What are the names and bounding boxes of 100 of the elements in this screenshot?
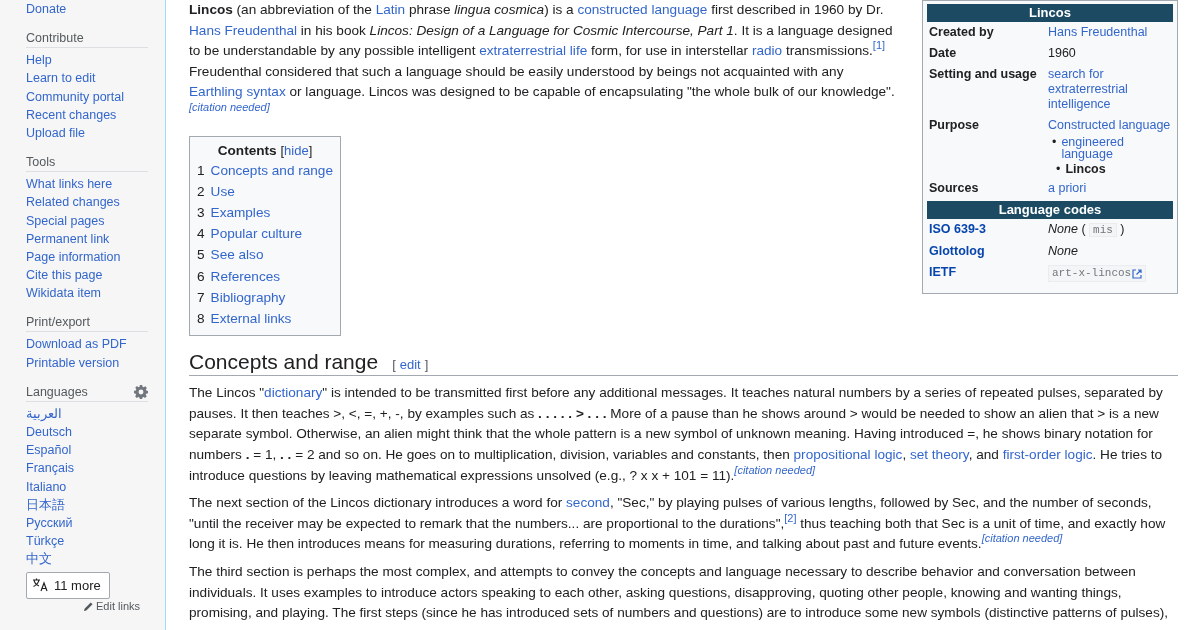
sidebar-heading: Languages — [26, 384, 88, 399]
infobox-link[interactable]: engineered language — [1061, 136, 1171, 160]
reference-link[interactable]: [2] — [784, 512, 797, 525]
infobox-link[interactable]: IETF — [929, 265, 957, 279]
toc-number: 4 — [197, 225, 205, 244]
edit-links-link[interactable]: Edit links — [84, 599, 141, 613]
sidebar-link[interactable]: Special pages — [26, 211, 105, 230]
sidebar-link[interactable]: Related changes — [26, 193, 120, 212]
sidebar-heading: Contribute — [26, 31, 84, 46]
toc-number: 1 — [197, 161, 205, 180]
link[interactable]: constructed language — [577, 2, 708, 17]
toc-link[interactable]: Use — [210, 180, 235, 202]
infobox-label: Setting and usage — [929, 67, 1037, 81]
link[interactable]: set theory — [909, 446, 969, 462]
infobox-link[interactable]: ISO 639-3 — [929, 222, 986, 236]
sidebar-link[interactable]: Permanent link — [26, 229, 110, 248]
translate-icon — [32, 578, 48, 592]
paragraph: The Lincos "dictionary" is intended to be transmitted first before any additional messages. It teaches natural numbers by a series of repeated pulses, separated by pauses. It then teaches >, <, =, +, -, by examples such as . . . . . > . . . More of a pause than he shows around > would be needed to show an alien that > is a new separate symbol. Otherwise, an alien might think that the whole pattern is a new symbol of unknown meaning. Having introduced =, he shows binary notation for numbers . = 1, . . = 2 and so on. He goes on to multiplication, division, variables and constants, then propositional logic, set theory, and first-order logic. He tries to introduce questions by leaving mathematical expressions unsolved (e.g., ? x x + 101 = 11).$^{[citation needed]}$ — [189, 384, 1164, 485]
sidebar-link[interactable]: Printable version — [26, 353, 120, 372]
sidebar-heading: Print/export — [26, 315, 90, 330]
external-link-icon — [1132, 268, 1143, 279]
link[interactable]: extraterrestrial life — [479, 43, 588, 59]
code-value: mis — [1089, 223, 1117, 237]
settings-icon[interactable] — [134, 384, 148, 399]
toc-link[interactable]: References — [210, 265, 281, 287]
sidebar-link[interactable]: Donate — [26, 0, 67, 19]
reference-link[interactable]: [1] — [872, 39, 886, 52]
toc-number: 7 — [197, 288, 205, 307]
link[interactable]: Earthling syntax — [189, 84, 286, 100]
bullet: • — [1052, 136, 1057, 151]
link[interactable]: Latin — [375, 2, 406, 17]
pencil-icon — [84, 601, 93, 611]
infobox-value: 1960 — [1048, 46, 1076, 60]
infobox-link[interactable]: Glottolog — [929, 244, 985, 258]
sidebar-link[interactable]: Wikidata item — [26, 284, 102, 303]
infobox-value: ) — [1120, 222, 1125, 236]
toc-link[interactable]: External links — [210, 308, 292, 330]
link[interactable]: Hans Freudenthal — [189, 22, 298, 38]
link[interactable]: first-order logic — [1002, 446, 1093, 462]
language-link[interactable]: Italiano — [26, 477, 67, 496]
infobox-value: None — [1048, 222, 1078, 236]
infobox-label: Created by — [929, 25, 994, 39]
toc-link[interactable]: Bibliography — [210, 286, 286, 308]
language-link[interactable]: Español — [26, 441, 72, 460]
toc-number: 6 — [197, 267, 205, 286]
language-link[interactable]: Français — [26, 459, 74, 478]
infobox-label: Purpose — [929, 118, 979, 132]
infobox-title: Lincos — [927, 4, 1173, 22]
toc-number: 5 — [197, 246, 205, 265]
link[interactable]: dictionary — [264, 385, 323, 401]
more-languages-button[interactable]: 11 more — [26, 571, 110, 599]
sidebar-link[interactable]: Recent changes — [26, 105, 117, 124]
paragraph: The next section of the Lincos dictionary introduces a word for second, "Sec," by playing pulses of various lengths, followed by Sec, and the number of seconds, "until the receiver may be expected to remark that the numbers... are proportional to the durations",$^{[2]}$ thus teaching both that Sec is a unit of time, and exactly how long it is. He then introduces means for measuring durations, referring to moments in time, and talking about past and future events.$^{[citation needed]}$ — [189, 494, 1167, 554]
toc-link[interactable]: Concepts and range — [210, 159, 333, 181]
contents-title: Contents — [217, 142, 277, 158]
sidebar-link[interactable]: Upload file — [26, 123, 86, 143]
infobox-value: Lincos — [1065, 163, 1106, 175]
language-link[interactable]: Türkçe — [26, 532, 65, 551]
bracket: [ — [280, 142, 285, 158]
infobox-link[interactable]: Constructed language — [1048, 118, 1171, 133]
sidebar-link[interactable]: Learn to edit — [26, 69, 96, 88]
sidebar-link[interactable]: Help — [26, 51, 52, 70]
hide-link[interactable]: hide — [284, 142, 309, 158]
language-link[interactable]: Русский — [26, 513, 73, 533]
language-link[interactable]: Deutsch — [26, 423, 72, 442]
citation-needed-link[interactable]: [citation needed] — [981, 532, 1063, 545]
infobox-link[interactable]: Hans Freudenthal — [1048, 25, 1171, 40]
infobox-link[interactable]: a priori — [1048, 181, 1171, 196]
bracket: ] — [424, 357, 429, 373]
toc-link[interactable]: Examples — [210, 201, 271, 224]
toc-number: 8 — [197, 310, 205, 328]
infobox-value: None — [1048, 244, 1078, 258]
code-link[interactable]: art-x-lincos — [1048, 265, 1147, 282]
edit-link[interactable]: edit — [399, 357, 421, 373]
bracket: [ — [392, 357, 396, 373]
toc-link[interactable]: See also — [210, 244, 264, 266]
link[interactable]: radio — [751, 43, 783, 59]
infobox-label: Date — [929, 46, 957, 60]
link[interactable]: second — [566, 495, 610, 511]
bracket: ] — [308, 142, 313, 158]
sidebar-link[interactable]: What links here — [26, 175, 113, 194]
section-heading: Concepts and range — [189, 350, 379, 375]
toc-link[interactable]: Popular culture — [210, 223, 302, 245]
sidebar-link[interactable]: Page information — [26, 247, 121, 267]
sidebar-link[interactable]: Cite this page — [26, 266, 103, 285]
sidebar-link[interactable]: Download as PDF — [26, 335, 127, 354]
bullet: • — [1056, 163, 1061, 175]
infobox-label: Sources — [929, 181, 979, 195]
infobox-link[interactable]: search for extraterrestrial intelligence — [1048, 67, 1171, 112]
language-link[interactable]: 中文 — [26, 550, 52, 569]
toc-number: 3 — [197, 203, 205, 222]
infobox-value: ( — [1081, 222, 1086, 236]
language-link[interactable]: العربية — [26, 404, 62, 423]
toc-number: 2 — [197, 182, 205, 201]
citation-needed-link[interactable]: [citation needed] — [734, 464, 816, 477]
sidebar-link[interactable]: Community portal — [26, 87, 124, 106]
infobox-heading: Language codes — [927, 201, 1173, 219]
paragraph: The third section is perhaps the most complex, and attempts to convey the concepts and language necessary to describe behavior and conversation between individuals. It uses examples to introduce actors speaking to each other, asking questions, disapproving, quoting other people, knowing and wanting things, promising, and playing. The first steps (since he has introduced sets of numbers and questions) are to introduce some new symbols (distinctive patterns of pulses), — [189, 562, 1169, 623]
language-link[interactable]: 日本語 — [26, 495, 65, 514]
citation-needed-link[interactable]: [citation needed] — [189, 101, 270, 114]
